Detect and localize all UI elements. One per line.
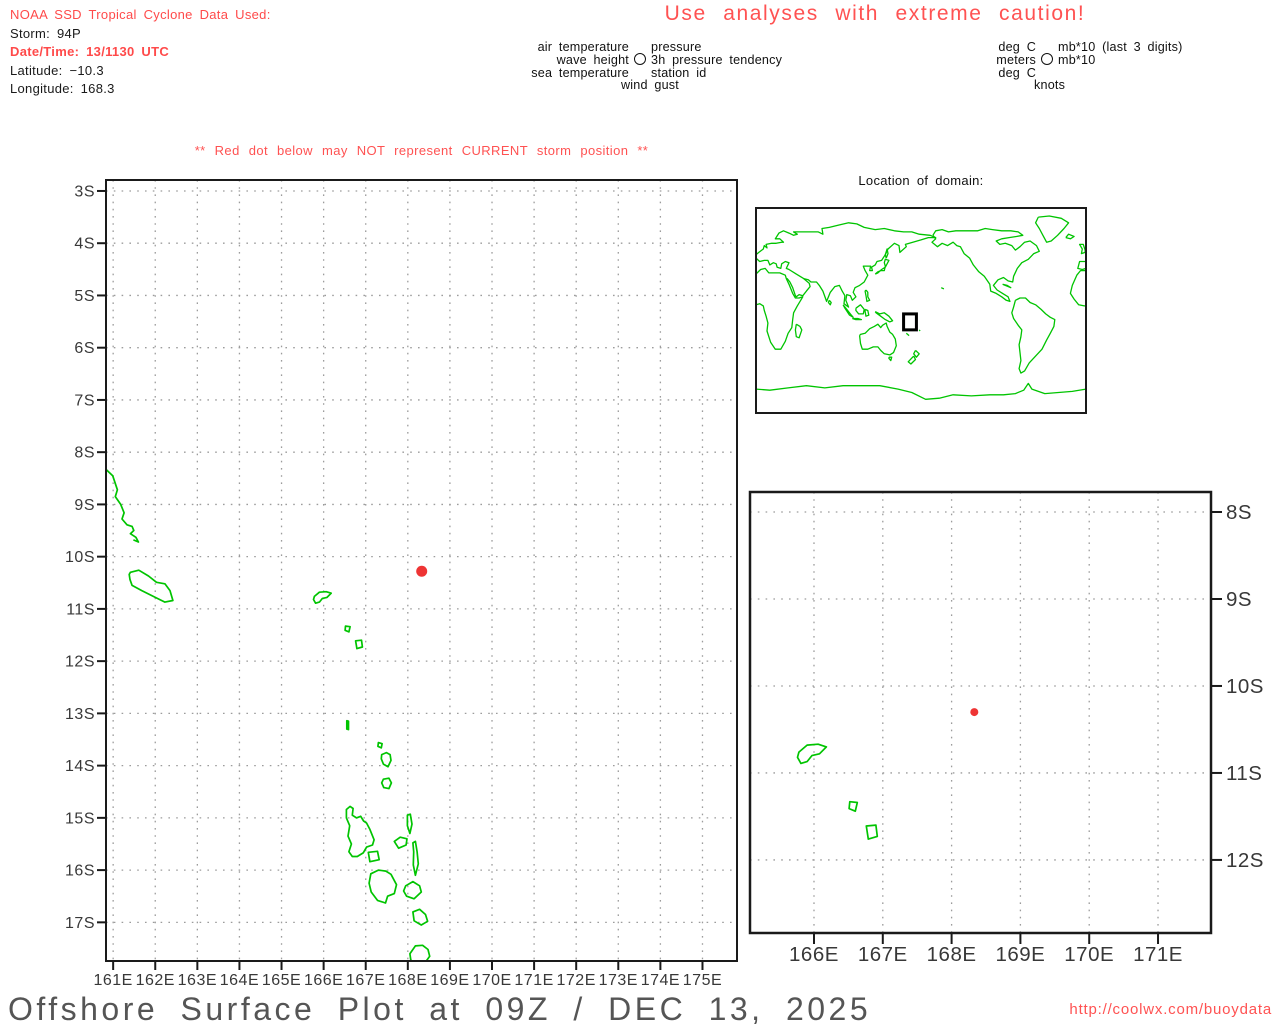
island-mota — [377, 741, 383, 749]
maps-layer: 161E 162E 163E 164E 165E 166E 167E 168E 169E 170E… — [65, 179, 1264, 1024]
zoom-map-graticule — [750, 492, 1211, 933]
svg-text:14S: 14S — [65, 758, 95, 775]
svg-text:17S: 17S — [65, 915, 95, 932]
svg-text:165E: 165E — [262, 972, 301, 989]
island-makira — [128, 569, 174, 603]
svg-text:11S: 11S — [1226, 762, 1262, 785]
island-pentecost — [412, 840, 420, 877]
svg-text:161E: 161E — [93, 972, 132, 989]
svg-text:13S: 13S — [65, 706, 95, 723]
island-aoba — [393, 836, 408, 850]
main-map: 161E 162E 163E 164E 165E 166E 167E 168E 169E 170E… — [65, 179, 738, 989]
main-map-storm-position-dot — [416, 565, 428, 577]
island-espiritu-santo — [345, 805, 375, 858]
svg-text:172E: 172E — [557, 972, 596, 989]
svg-text:164E: 164E — [220, 972, 259, 989]
svg-text:163E: 163E — [178, 972, 217, 989]
svg-text:171E: 171E — [514, 972, 553, 989]
svg-text:167E: 167E — [858, 943, 908, 966]
svg-text:174E: 174E — [641, 972, 680, 989]
page-title: Offshore Surface Plot at 09Z / DEC 13, 2… — [8, 991, 872, 1024]
svg-text:10S: 10S — [1226, 675, 1264, 698]
island-vanikoro-a — [344, 625, 351, 633]
svg-text:171E: 171E — [1133, 943, 1183, 966]
island-solomon-coast — [106, 468, 140, 543]
zoom-map-storm-position-dot — [970, 708, 979, 717]
island-gaua — [380, 777, 393, 790]
island-vanikoro-b — [354, 639, 364, 650]
svg-text:15S: 15S — [65, 810, 95, 827]
island-vanua-lava — [380, 751, 392, 768]
svg-text:12S: 12S — [65, 654, 95, 671]
svg-text:175E: 175E — [683, 972, 722, 989]
island-malo — [367, 850, 381, 863]
world-map-inset — [755, 207, 1087, 414]
island-vanua-lava — [908, 1012, 924, 1024]
island-malakula — [368, 869, 398, 904]
world-coastlines — [756, 215, 1086, 400]
svg-text:169E: 169E — [995, 943, 1045, 966]
zoom-map-tick-labels: 166E 167E 168E 169E 170E 171E 8S 9S 10S 11S 12S — [789, 501, 1264, 966]
main-map-coastlines — [106, 468, 431, 961]
island-maewo — [406, 813, 413, 835]
zoom-map-border — [748, 490, 1213, 935]
main-map-tick-labels: 161E 162E 163E 164E 165E 166E 167E 168E 169E 170E… — [65, 183, 722, 989]
island-epi — [412, 908, 429, 926]
svg-text:162E: 162E — [136, 972, 175, 989]
svg-text:170E: 170E — [1064, 943, 1114, 966]
island-solomon-coast — [458, 541, 511, 662]
zoom-map: 166E 167E 168E 169E 170E 171E8S9S10S11S12S — [458, 490, 1264, 1024]
island-banks-sliver — [345, 719, 350, 731]
svg-text:16S: 16S — [65, 863, 95, 880]
svg-text:9S: 9S — [1226, 588, 1252, 611]
svg-text:7S: 7S — [74, 392, 95, 409]
buoy-plot-page: NOAA SSD Tropical Cyclone Data Used: Sto… — [0, 0, 1280, 1024]
svg-text:12S: 12S — [1226, 849, 1264, 872]
svg-text:8S: 8S — [1226, 501, 1252, 524]
island-utupua — [796, 743, 828, 765]
island-utupua — [312, 590, 333, 605]
main-map-ticks — [97, 189, 704, 970]
svg-text:168E: 168E — [388, 972, 427, 989]
island-vanikoro-a — [848, 800, 859, 813]
svg-text:3S: 3S — [74, 183, 95, 200]
world-map-border — [755, 207, 1087, 414]
island-banks-sliver — [852, 959, 855, 974]
svg-text:8S: 8S — [74, 445, 95, 462]
svg-text:10S: 10S — [65, 549, 95, 566]
svg-text:11S: 11S — [66, 601, 95, 618]
zoom-map-coastlines — [458, 541, 924, 1024]
svg-text:9S: 9S — [74, 497, 95, 514]
domain-location-box — [902, 312, 918, 332]
svg-text:173E: 173E — [599, 972, 638, 989]
svg-text:166E: 166E — [789, 943, 839, 966]
svg-text:169E: 169E — [430, 972, 469, 989]
source-url-link[interactable]: http://coolwx.com/buoydata — [1069, 1001, 1272, 1018]
island-vanikoro-b — [865, 824, 879, 840]
island-ambrym — [402, 880, 423, 900]
svg-text:4S: 4S — [74, 236, 95, 253]
island-makira — [496, 709, 568, 762]
svg-text:168E: 168E — [927, 943, 977, 966]
svg-text:170E: 170E — [472, 972, 511, 989]
zoom-map-ticks — [812, 511, 1222, 944]
svg-text:5S: 5S — [74, 288, 95, 305]
svg-text:166E: 166E — [304, 972, 343, 989]
svg-text:167E: 167E — [346, 972, 385, 989]
island-mota — [903, 996, 910, 1005]
svg-text:6S: 6S — [74, 340, 95, 357]
